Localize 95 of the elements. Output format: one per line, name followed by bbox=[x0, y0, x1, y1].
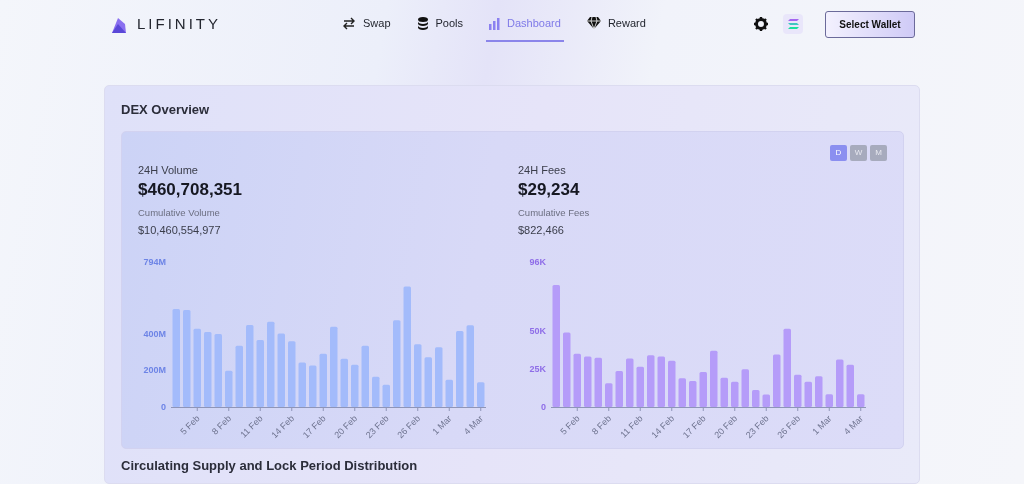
axis-tick-label: 26 Feb bbox=[395, 413, 423, 441]
chart-bar bbox=[846, 365, 854, 408]
axis-tick-label: 23 Feb bbox=[743, 413, 771, 441]
chart-bar bbox=[605, 383, 613, 408]
axis-tick-label: 14 Feb bbox=[269, 413, 297, 441]
logo-text: LIFINITY bbox=[137, 13, 221, 34]
chart-bar bbox=[615, 371, 623, 408]
chart-bar bbox=[762, 394, 770, 408]
chart-bar bbox=[626, 358, 634, 408]
chart-bar bbox=[647, 355, 655, 408]
chart-bar bbox=[372, 377, 380, 408]
axis-tick-label: 14 Feb bbox=[649, 413, 677, 441]
section-title: Circulating Supply and Lock Period Distribution bbox=[121, 457, 418, 475]
select-wallet-button[interactable]: Select Wallet bbox=[825, 10, 915, 38]
cumulative-label: Cumulative Volume bbox=[138, 205, 221, 220]
chart-bar bbox=[857, 394, 865, 408]
stat-label: 24H Volume bbox=[138, 163, 199, 178]
axis-tick-label: 26 Feb bbox=[775, 413, 803, 441]
diamond-icon bbox=[586, 16, 601, 30]
chart-bar bbox=[435, 347, 443, 408]
axis-tick-label: 25K bbox=[529, 364, 546, 375]
nav-tab[interactable]: Pools bbox=[413, 6, 467, 42]
chart-bar bbox=[699, 372, 707, 408]
cumulative-label: Cumulative Fees bbox=[518, 205, 591, 220]
chart-bar bbox=[668, 361, 676, 408]
section-title: DEX Overview bbox=[121, 101, 210, 119]
axis-tick-label: 4 Mar bbox=[841, 413, 866, 437]
network-button[interactable] bbox=[783, 14, 803, 34]
axis-tick-label: 50K bbox=[529, 326, 546, 337]
axis-tick-label: 4 Mar bbox=[461, 413, 486, 437]
chart-bar bbox=[573, 353, 581, 408]
axis-tick-label: 0 bbox=[541, 402, 546, 413]
chart-bar bbox=[804, 382, 812, 408]
chart-bar bbox=[752, 390, 760, 408]
chart-bar bbox=[825, 394, 833, 408]
chart-bar bbox=[678, 378, 686, 408]
swap-arrows-icon bbox=[342, 16, 356, 30]
axis-tick-label: 0 bbox=[161, 402, 166, 413]
chart-bar bbox=[424, 357, 432, 408]
axis-tick-label: 8 Feb bbox=[589, 413, 614, 437]
chart-bar bbox=[741, 369, 749, 408]
cumulative-value: $822,466 bbox=[518, 222, 565, 238]
axis-tick-label: 20 Feb bbox=[332, 413, 360, 441]
chart-bar bbox=[477, 382, 485, 408]
chart-bar bbox=[731, 382, 739, 408]
axis-tick-label: 200M bbox=[143, 365, 166, 376]
chart-bar bbox=[382, 384, 390, 408]
chart-bar bbox=[773, 354, 781, 408]
axis-tick-label: 8 Feb bbox=[209, 413, 234, 437]
stat-value: $29,234 bbox=[518, 178, 581, 201]
chart-bar bbox=[351, 365, 359, 408]
chart-bar bbox=[298, 362, 306, 408]
stat-label: 24H Fees bbox=[518, 163, 567, 178]
axis-tick-label: 11 Feb bbox=[618, 413, 645, 440]
axis-tick-label: 11 Feb bbox=[238, 413, 265, 440]
axis-tick-label: 1 Mar bbox=[810, 413, 834, 437]
chart-bar bbox=[235, 346, 243, 408]
axis-tick-label: 5 Feb bbox=[178, 413, 202, 437]
chart-bar bbox=[657, 356, 665, 408]
chart-bar bbox=[445, 380, 453, 408]
nav-tab[interactable]: Reward bbox=[583, 6, 649, 42]
axis-tick-label: 5 Feb bbox=[558, 413, 582, 437]
axis-tick-label: 96K bbox=[529, 257, 546, 268]
network-logo-icon bbox=[787, 18, 799, 30]
axis-tick-label: 17 Feb bbox=[300, 413, 328, 441]
chart-bar bbox=[225, 371, 233, 408]
chart-bar bbox=[794, 374, 802, 408]
chart-bar bbox=[414, 344, 422, 408]
chart-bar bbox=[288, 341, 296, 408]
axis-tick-label: 20 Feb bbox=[712, 413, 740, 441]
stat-value: $460,708,351 bbox=[138, 178, 243, 201]
chart-bar bbox=[361, 346, 369, 408]
chart-bar bbox=[836, 359, 844, 408]
bar-chart-icon bbox=[489, 16, 501, 30]
nav-tab[interactable]: Swap bbox=[339, 6, 394, 42]
chart-bar bbox=[594, 358, 602, 408]
chart-bar bbox=[689, 381, 697, 408]
cumulative-value: $10,460,554,977 bbox=[138, 222, 222, 238]
axis-tick-label: 794M bbox=[143, 257, 166, 268]
chart-bar bbox=[720, 377, 728, 408]
chart-bar bbox=[636, 367, 644, 408]
axis-tick-label: 23 Feb bbox=[363, 413, 391, 441]
chart-bar bbox=[815, 376, 823, 408]
chart-bar bbox=[710, 350, 718, 408]
axis-tick-label: 400M bbox=[143, 329, 166, 340]
chart-bar bbox=[584, 356, 592, 408]
chart-bar bbox=[256, 340, 264, 408]
settings-button[interactable] bbox=[753, 16, 769, 32]
chart-bar bbox=[319, 354, 327, 408]
axis-tick-label: 1 Mar bbox=[430, 413, 454, 437]
chart-bar bbox=[340, 359, 348, 408]
chart-bar bbox=[309, 365, 317, 408]
coin-stack-icon bbox=[416, 16, 429, 30]
settings-icon bbox=[754, 17, 768, 31]
axis-tick-label: 17 Feb bbox=[680, 413, 708, 441]
